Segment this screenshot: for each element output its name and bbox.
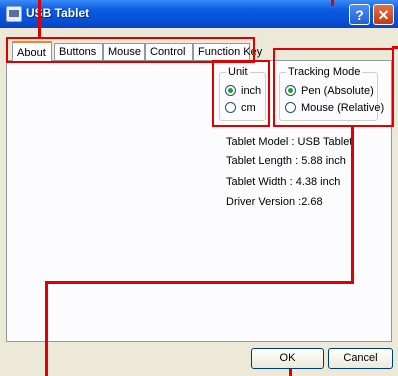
tablet-width-text: Tablet Width : 4.38 inch [226, 176, 341, 188]
close-button[interactable]: ✕ [373, 4, 394, 25]
tracking-mouse-label: Mouse (Relative) [301, 102, 385, 114]
tablet-model-text: Tablet Model : USB Tablet [226, 136, 353, 148]
tab-about[interactable]: About [12, 41, 52, 61]
tablet-properties-dialog: USB Tablet ? ✕ About Buttons Mouse Contr… [0, 0, 398, 376]
annotation-line-right [392, 46, 398, 49]
tablet-length-text: Tablet Length : 5.88 inch [226, 155, 346, 167]
unit-inch-radio[interactable] [225, 85, 236, 96]
tracking-mode-legend: Tracking Mode [286, 66, 363, 79]
annotation-line-bottom [289, 369, 292, 376]
tab-function-key[interactable]: Function Key [193, 43, 262, 60]
tab-mouse[interactable]: Mouse [103, 43, 145, 60]
unit-inch-label: inch [241, 85, 262, 97]
unit-groupbox: Unit inch cm [219, 66, 266, 121]
tablet-app-icon [6, 6, 22, 22]
unit-legend: Unit [226, 66, 250, 79]
unit-cm-label: cm [241, 102, 256, 114]
tab-control[interactable]: Control [145, 43, 193, 60]
tracking-pen-label: Pen (Absolute) [301, 85, 374, 97]
help-button[interactable]: ? [349, 4, 370, 25]
window-title: USB Tablet [26, 6, 90, 20]
title-bar[interactable]: USB Tablet ? ✕ [0, 0, 398, 28]
tracking-mouse-radio[interactable] [285, 102, 296, 113]
ok-button[interactable]: OK [251, 348, 324, 369]
tracking-pen-radio[interactable] [285, 85, 296, 96]
tab-buttons[interactable]: Buttons [54, 43, 103, 60]
tracking-mode-groupbox: Tracking Mode Pen (Absolute) Mouse (Rela… [279, 66, 384, 121]
unit-cm-radio[interactable] [225, 102, 236, 113]
cancel-button[interactable]: Cancel [328, 348, 393, 369]
driver-version-text: Driver Version :2.68 [226, 196, 323, 208]
